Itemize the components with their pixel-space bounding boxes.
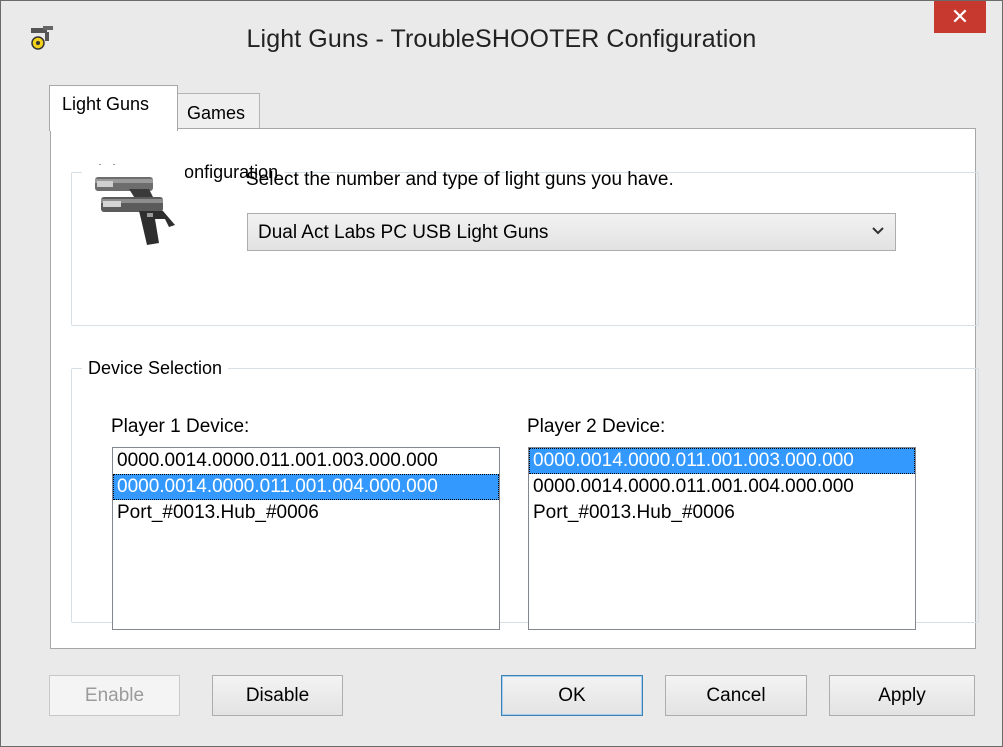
list-item[interactable]: Port_#0013.Hub_#0006 bbox=[113, 500, 499, 526]
close-button[interactable]: ✕ bbox=[934, 1, 986, 33]
dialog-window: Light Guns - TroubleSHOOTER Configuratio… bbox=[0, 0, 1003, 747]
instruction-text: Select the number and type of light guns… bbox=[246, 169, 674, 190]
group-legend: Device Selection bbox=[88, 358, 223, 378]
player-2-device-list[interactable]: 0000.0014.0000.011.001.003.000.000 0000.… bbox=[528, 447, 916, 630]
selected-light-gun-type: Dual Act Labs PC USB Light Guns bbox=[258, 222, 549, 243]
ok-button[interactable]: OK bbox=[501, 675, 643, 716]
player-1-device-label: Player 1 Device: bbox=[111, 416, 250, 437]
title-bar[interactable]: Light Guns - TroubleSHOOTER Configuratio… bbox=[1, 1, 1002, 88]
list-item-selected[interactable]: 0000.0014.0000.011.001.004.000.000 bbox=[113, 474, 499, 500]
player-2-device-label: Player 2 Device: bbox=[527, 416, 666, 437]
tab-light-guns[interactable]: Light Guns bbox=[49, 85, 178, 131]
player-1-device-list[interactable]: 0000.0014.0000.011.001.003.000.000 0000.… bbox=[112, 447, 500, 630]
dual-light-guns-image bbox=[89, 165, 185, 259]
list-item[interactable]: 0000.0014.0000.011.001.003.000.000 bbox=[113, 448, 499, 474]
enable-button[interactable]: Enable bbox=[49, 675, 180, 716]
disable-button[interactable]: Disable bbox=[212, 675, 343, 716]
chevron-down-icon bbox=[872, 227, 884, 235]
light-guns-tab-panel: Light Gun Configuration Select the numbe… bbox=[50, 128, 979, 649]
tab-games[interactable]: Games bbox=[177, 93, 260, 129]
apply-button[interactable]: Apply bbox=[829, 675, 975, 716]
list-item-selected[interactable]: 0000.0014.0000.011.001.003.000.000 bbox=[529, 448, 915, 474]
light-gun-type-select[interactable]: Dual Act Labs PC USB Light Guns bbox=[247, 213, 896, 251]
cancel-button[interactable]: Cancel bbox=[665, 675, 807, 716]
list-item[interactable]: Port_#0013.Hub_#0006 bbox=[529, 500, 915, 526]
list-item[interactable]: 0000.0014.0000.011.001.004.000.000 bbox=[529, 474, 915, 500]
window-title: Light Guns - TroubleSHOOTER Configuratio… bbox=[246, 25, 757, 53]
